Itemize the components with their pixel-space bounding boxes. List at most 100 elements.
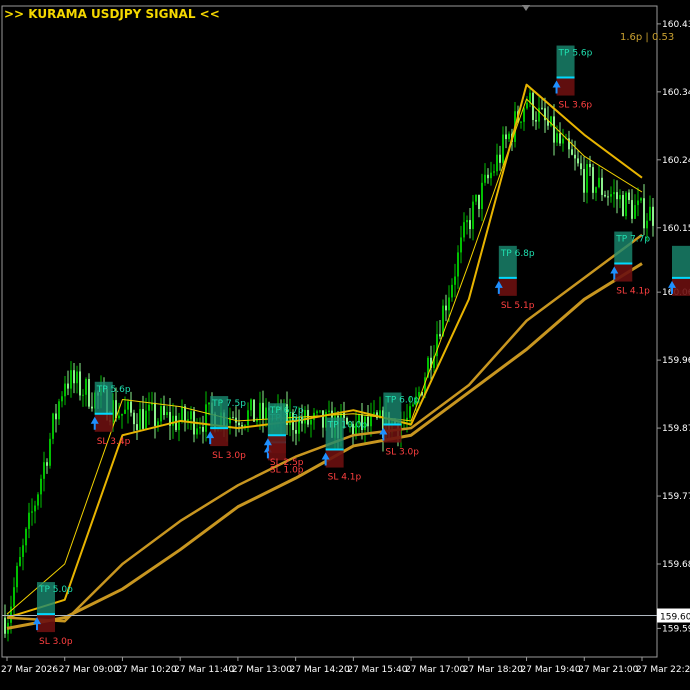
candle <box>160 406 162 422</box>
candle <box>67 383 69 389</box>
candle <box>628 192 630 201</box>
candle <box>166 412 168 416</box>
candle <box>43 462 45 479</box>
candle <box>508 133 510 140</box>
candle <box>295 430 297 434</box>
candle <box>571 149 573 155</box>
candle <box>196 428 198 435</box>
moving-average-line <box>6 83 643 619</box>
chart-shift-icon <box>522 5 530 11</box>
price-axis-label: 160.245 <box>662 156 690 166</box>
candle <box>604 194 606 197</box>
candles <box>4 88 654 642</box>
candle <box>559 133 561 144</box>
candle <box>595 187 597 193</box>
chart-window: 160.435160.340160.245160.150160.060159.9… <box>0 0 690 690</box>
candle <box>619 195 621 200</box>
candle <box>316 411 318 413</box>
candle <box>472 201 474 229</box>
candle <box>373 412 375 415</box>
price-axis-label: 160.150 <box>662 224 690 234</box>
candle <box>118 415 120 419</box>
candle <box>367 416 369 427</box>
candle <box>622 195 624 217</box>
candle <box>241 425 243 427</box>
candle <box>610 194 612 197</box>
candle <box>409 406 411 418</box>
candle <box>208 402 210 405</box>
candle <box>130 401 132 413</box>
candle <box>598 177 600 188</box>
price-chart[interactable]: 160.435160.340160.245160.150160.060159.9… <box>0 0 690 690</box>
time-axis-label: 27 Mar 15:40 <box>347 665 407 675</box>
time-axis-label: 27 Mar 21:00 <box>578 665 638 675</box>
candle <box>523 108 525 122</box>
trade-signal: TP 6.8p SL 5.1p <box>494 245 535 311</box>
candle <box>64 383 66 397</box>
candle <box>16 565 18 588</box>
candle <box>538 107 540 122</box>
candle <box>616 192 618 200</box>
candle <box>13 587 15 607</box>
candle <box>310 419 312 425</box>
price-axis-label: 160.340 <box>662 88 690 98</box>
trade-signal <box>668 245 690 296</box>
candle <box>238 422 240 426</box>
sl-label: SL 3.0p <box>385 448 419 458</box>
candle <box>463 222 465 238</box>
price-axis-label: 160.435 <box>662 20 690 30</box>
candle <box>613 192 615 195</box>
candle <box>322 410 324 428</box>
candle <box>133 412 135 425</box>
candle <box>199 426 201 429</box>
candle <box>184 406 186 423</box>
time-axis-label: 27 Mar 19:40 <box>521 665 581 675</box>
candle <box>139 409 141 430</box>
price-axis-label: 159.870 <box>662 424 690 434</box>
candle <box>46 462 48 466</box>
price-axis-label: 159.775 <box>662 492 690 502</box>
candle <box>535 119 537 122</box>
spread-info: 1.6p | 0.53 <box>620 32 675 43</box>
candle <box>34 505 36 512</box>
candle <box>454 276 456 285</box>
candle <box>91 406 93 409</box>
candle <box>490 172 492 179</box>
candle <box>319 410 321 412</box>
candle <box>637 200 639 206</box>
candle <box>163 406 165 416</box>
tp-label: TP 6.8p <box>500 249 535 259</box>
candle <box>229 417 231 424</box>
candle <box>70 370 72 389</box>
sl-label: SL 3.6p <box>559 101 593 111</box>
candle <box>328 410 330 412</box>
tp-zone <box>672 245 690 278</box>
current-price-label: 159.608 <box>660 613 690 623</box>
candle <box>205 404 207 432</box>
sl-label: SL 3.0p <box>212 451 246 461</box>
candle <box>28 512 30 529</box>
candle <box>556 133 558 143</box>
candle <box>88 379 90 407</box>
candle <box>466 220 468 223</box>
candle <box>262 402 264 419</box>
candle <box>259 402 261 419</box>
candle <box>190 411 192 420</box>
candle <box>49 438 51 466</box>
candle <box>484 174 486 183</box>
candle <box>22 545 24 557</box>
chart-title: >> KURAMA USDJPY SIGNAL << <box>4 7 220 21</box>
time-axis-label: 27 Mar 2026 <box>1 665 58 675</box>
time-axis-label: 27 Mar 17:00 <box>405 665 465 675</box>
candle <box>457 252 459 277</box>
trade-signal: TP 7.7p SL 4.1p <box>610 231 650 297</box>
trade-signal: TP 5.6p SL 3.6p <box>552 45 593 111</box>
candle <box>73 370 75 384</box>
trade-signal: TP 5.6p SL 3.4p <box>90 381 131 447</box>
sl-label: SL 2.5p <box>270 458 304 468</box>
tp-label: TP 6.0p <box>384 396 419 406</box>
candle <box>496 154 498 172</box>
time-axis-label: 27 Mar 18:20 <box>463 665 523 675</box>
candle <box>55 413 57 420</box>
candle <box>592 167 594 193</box>
